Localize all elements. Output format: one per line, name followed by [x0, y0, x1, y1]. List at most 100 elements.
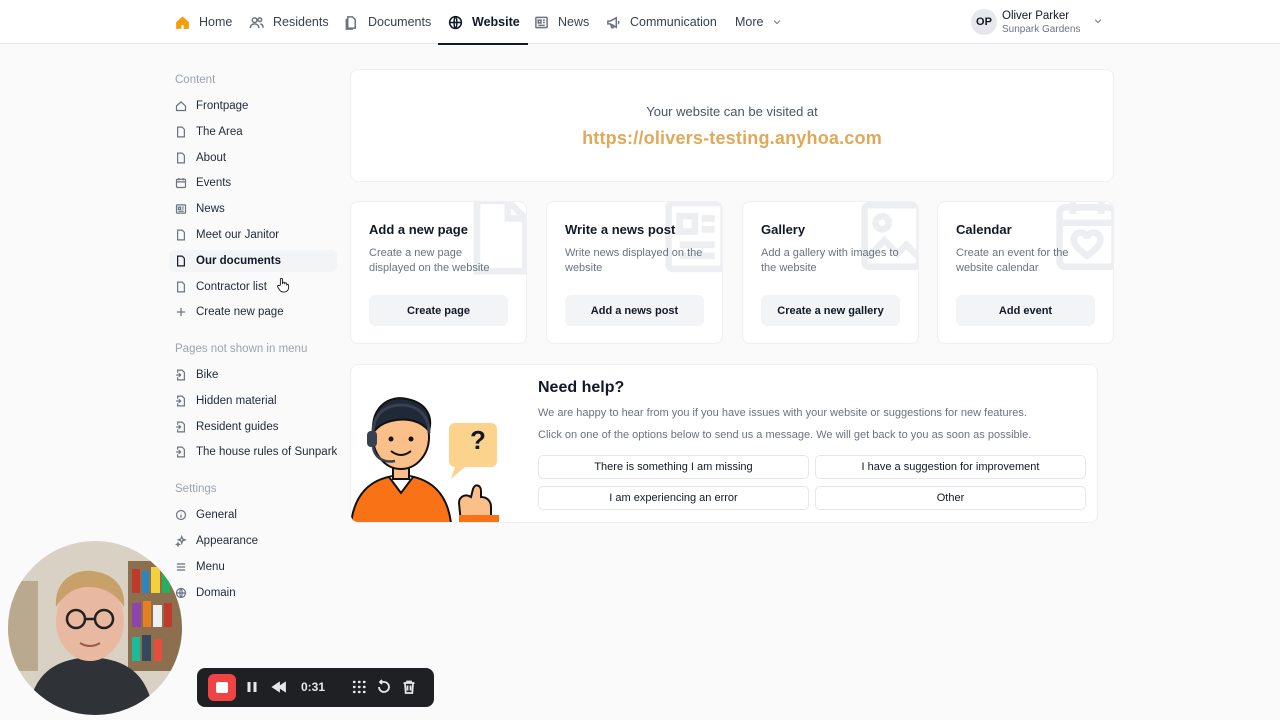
nav-website-label: Website [472, 15, 520, 29]
action-card-new-page: Add a new page Create a new page display… [350, 201, 527, 344]
pause-icon[interactable] [244, 679, 260, 695]
nav-documents[interactable]: Documents [344, 0, 431, 44]
sidebar-item-label: Menu [196, 561, 225, 573]
hidden-page-icon [176, 395, 185, 407]
chevron-down-icon[interactable] [1093, 16, 1103, 26]
sidebar-item-label: News [196, 203, 225, 215]
sidebar-item-about[interactable]: About [169, 147, 337, 169]
create-gallery-button[interactable]: Create a new gallery [761, 295, 900, 326]
globe-icon [448, 15, 463, 29]
nav-documents-label: Documents [368, 15, 432, 29]
sidebar-item-appearance[interactable]: Appearance [169, 530, 337, 552]
page-icon [177, 229, 185, 241]
sidebar-item-hidden-material[interactable]: Hidden material [169, 390, 337, 412]
page-icon [177, 255, 185, 267]
help-option-error[interactable]: I am experiencing an error [538, 486, 809, 510]
sidebar-item-label: About [196, 152, 227, 164]
nav-residents[interactable]: Residents [249, 0, 329, 44]
home-icon [176, 15, 189, 29]
recording-time: 0:31 [301, 680, 326, 694]
sidebar-item-label: Domain [196, 587, 236, 599]
nav-more-label: More [735, 15, 764, 29]
sidebar-item-label: Create new page [196, 306, 284, 318]
nav-home[interactable]: Home [175, 0, 232, 44]
action-description: Create an event for the website calendar [956, 247, 1069, 274]
sidebar-create-new-page[interactable]: Create new page [169, 301, 337, 323]
hidden-page-icon [176, 446, 185, 458]
hidden-page-icon [176, 421, 185, 433]
nav-home-label: Home [199, 15, 233, 29]
action-card-gallery: Gallery Add a gallery with images to the… [742, 201, 919, 344]
page-icon [177, 126, 185, 138]
grid-dots-icon[interactable] [351, 679, 367, 695]
page-icon [177, 281, 185, 293]
add-news-post-button[interactable]: Add a news post [565, 295, 704, 326]
create-page-button[interactable]: Create page [369, 295, 508, 326]
avatar[interactable]: OP [971, 9, 997, 35]
trash-icon[interactable] [401, 679, 417, 695]
sidebar-item-domain[interactable]: Domain [169, 582, 337, 604]
sidebar-item-news[interactable]: News [169, 198, 337, 220]
restart-icon[interactable] [376, 679, 392, 695]
nav-website[interactable]: Website [438, 0, 528, 45]
sidebar-item-contractor-list[interactable]: Contractor list [169, 276, 337, 298]
sidebar-item-resident-guides[interactable]: Resident guides [169, 416, 337, 438]
webcam-person-image [8, 541, 182, 715]
sidebar-item-frontpage[interactable]: Frontpage [169, 95, 337, 117]
sidebar-item-label: Meet our Janitor [196, 229, 280, 241]
nav-communication-label: Communication [630, 15, 717, 29]
users-icon [249, 16, 264, 28]
help-text-line1: We are happy to hear from you if you hav… [538, 407, 1027, 419]
website-url-card: Your website can be visited at https://o… [350, 69, 1114, 182]
action-description: Create a new page displayed on the websi… [369, 247, 490, 274]
user-name[interactable]: Oliver Parker [1002, 10, 1069, 22]
action-title: Add a new page [369, 222, 468, 237]
cursor-hand-icon [277, 277, 290, 293]
sidebar-item-label: The house rules of Sunpark [196, 446, 337, 458]
hidden-page-icon [176, 369, 185, 381]
support-agent-illustration [351, 397, 499, 522]
sparkles-icon [175, 535, 187, 547]
nav-news[interactable]: News [534, 0, 589, 44]
help-option-suggestion[interactable]: I have a suggestion for improvement [815, 455, 1086, 479]
sidebar-item-label: Bike [196, 369, 219, 381]
nav-news-label: News [558, 15, 590, 29]
rewind-icon[interactable] [271, 679, 287, 695]
stop-recording-button[interactable] [208, 674, 236, 701]
action-title: Gallery [761, 222, 806, 237]
sidebar-heading-hidden: Pages not shown in menu [175, 343, 308, 355]
webcam-overlay [8, 541, 182, 715]
help-option-other[interactable]: Other [815, 486, 1086, 510]
action-card-news-post: Write a news post Write news displayed o… [546, 201, 723, 344]
user-org: Sunpark Gardens [1002, 24, 1081, 35]
documents-icon [345, 15, 356, 30]
info-icon [175, 509, 187, 521]
sidebar-item-bike[interactable]: Bike [169, 364, 337, 386]
website-url-link[interactable]: https://olivers-testing.anyhoa.com [351, 128, 1113, 149]
menu-icon [176, 563, 186, 571]
action-title: Write a news post [565, 222, 676, 237]
sidebar-item-label: Contractor list [196, 281, 267, 293]
help-title: Need help? [538, 379, 625, 396]
action-title: Calendar [956, 222, 1012, 237]
sidebar-item-general[interactable]: General [169, 504, 337, 526]
page-icon [177, 152, 185, 164]
sidebar-item-label: Frontpage [196, 100, 249, 112]
sidebar-heading-settings: Settings [175, 483, 217, 495]
nav-communication[interactable]: Communication [606, 0, 717, 44]
nav-residents-label: Residents [273, 15, 329, 29]
sidebar-item-events[interactable]: Events [169, 172, 337, 194]
newspaper-icon [175, 204, 187, 214]
sidebar-item-menu[interactable]: Menu [169, 556, 337, 578]
sidebar-item-our-documents[interactable]: Our documents [169, 250, 337, 272]
sidebar-item-meet-our-janitor[interactable]: Meet our Janitor [169, 224, 337, 246]
home-icon [175, 101, 187, 112]
calendar-icon [175, 178, 187, 189]
help-option-missing[interactable]: There is something I am missing [538, 455, 809, 479]
sidebar-item-house-rules[interactable]: The house rules of Sunpark [169, 441, 337, 463]
sidebar-item-the-area[interactable]: The Area [169, 121, 337, 143]
nav-more[interactable]: More [735, 0, 782, 44]
help-card: ? Need help? We are happy to hear from y… [350, 364, 1098, 523]
chevron-down-icon [774, 20, 781, 25]
add-event-button[interactable]: Add event [956, 295, 1095, 326]
